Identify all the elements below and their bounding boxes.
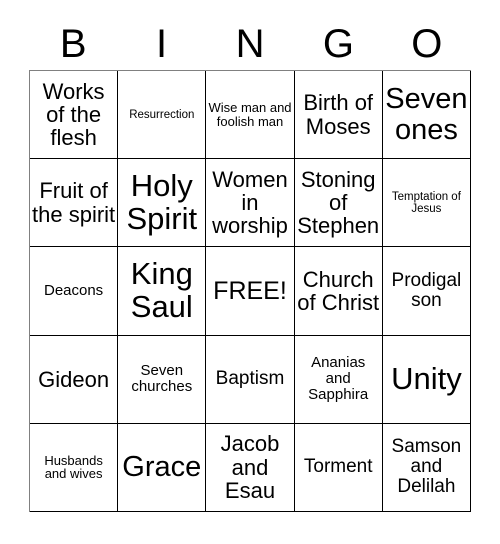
bingo-cell-label: Samson and Delilah: [391, 436, 462, 498]
bingo-cell[interactable]: Gideon: [30, 335, 119, 424]
bingo-cell[interactable]: Stoning of Stephen: [294, 159, 383, 248]
bingo-cell[interactable]: Baptism: [206, 335, 295, 424]
bingo-cell-label: Unity: [391, 360, 462, 396]
bingo-cell-label: Wise man and foolish man: [208, 99, 292, 129]
bingo-header-letter-g: G: [322, 22, 354, 66]
bingo-free-space-label: FREE!: [213, 276, 287, 305]
bingo-header-letter-n: N: [235, 22, 265, 66]
bingo-header-letter-b: B: [59, 22, 87, 66]
bingo-cell-label: Church of Christ: [297, 266, 380, 315]
bingo-cell[interactable]: Holy Spirit: [118, 159, 207, 248]
bingo-cell[interactable]: Grace: [118, 423, 207, 512]
bingo-cell[interactable]: Ananias and Sapphira: [294, 335, 383, 424]
bingo-cell[interactable]: Deacons: [30, 247, 119, 336]
bingo-card: B I N G O Works of the flesh Resurrectio…: [0, 0, 500, 544]
bingo-cell[interactable]: Jacob and Esau: [206, 423, 295, 512]
bingo-cell-label: Jacob and Esau: [220, 431, 280, 504]
bingo-cell[interactable]: Seven ones: [382, 71, 471, 160]
bingo-cell[interactable]: Works of the flesh: [30, 71, 119, 160]
bingo-grid: Works of the flesh Resurrection Wise man…: [29, 70, 471, 512]
bingo-cell-label: Temptation of Jesus: [391, 190, 461, 215]
bingo-cell[interactable]: Women in worship: [206, 159, 295, 248]
bingo-cell-label: Grace: [122, 451, 202, 484]
bingo-cell[interactable]: Church of Christ: [294, 247, 383, 336]
bingo-cell-label: Holy Spirit: [126, 167, 198, 236]
bingo-cell[interactable]: Resurrection: [118, 71, 207, 160]
bingo-cell[interactable]: Temptation of Jesus: [382, 159, 471, 248]
bingo-cell-label: Husbands and wives: [44, 452, 103, 482]
bingo-cell[interactable]: Seven churches: [118, 335, 207, 424]
bingo-cell[interactable]: Birth of Moses: [294, 71, 383, 160]
bingo-cell[interactable]: Fruit of the spirit: [30, 159, 119, 248]
bingo-header-letter-i: I: [156, 22, 168, 66]
bingo-cell-label: Seven ones: [385, 82, 468, 146]
bingo-cell[interactable]: King Saul: [118, 247, 207, 336]
bingo-cell-label: Resurrection: [129, 108, 195, 121]
bingo-cell-label: Seven churches: [131, 362, 193, 396]
bingo-cell-label: King Saul: [130, 256, 193, 324]
bingo-header-letter-o: O: [411, 22, 443, 66]
bingo-cell[interactable]: Prodigal son: [382, 247, 471, 336]
bingo-cell-label: Torment: [303, 456, 373, 478]
bingo-cell-label: Works of the flesh: [42, 78, 105, 151]
bingo-cell[interactable]: Husbands and wives: [30, 423, 119, 512]
bingo-cell-label: Fruit of the spirit: [32, 178, 116, 227]
bingo-cell-label: Baptism: [215, 368, 285, 390]
bingo-cell-label: Gideon: [38, 366, 110, 392]
bingo-cell-label: Stoning of Stephen: [297, 166, 380, 239]
bingo-cell-label: Ananias and Sapphira: [308, 354, 369, 404]
bingo-cell[interactable]: Wise man and foolish man: [206, 71, 295, 160]
bingo-header-row: B I N G O: [29, 18, 471, 70]
bingo-cell[interactable]: Samson and Delilah: [382, 423, 471, 512]
bingo-cell-label: Deacons: [43, 282, 104, 300]
bingo-free-space[interactable]: FREE!: [206, 247, 295, 336]
bingo-cell-label: Birth of Moses: [303, 90, 374, 139]
bingo-cell[interactable]: Torment: [294, 423, 383, 512]
bingo-cell-label: Women in worship: [212, 166, 288, 239]
bingo-cell[interactable]: Unity: [382, 335, 471, 424]
bingo-cell-label: Prodigal son: [391, 269, 462, 311]
